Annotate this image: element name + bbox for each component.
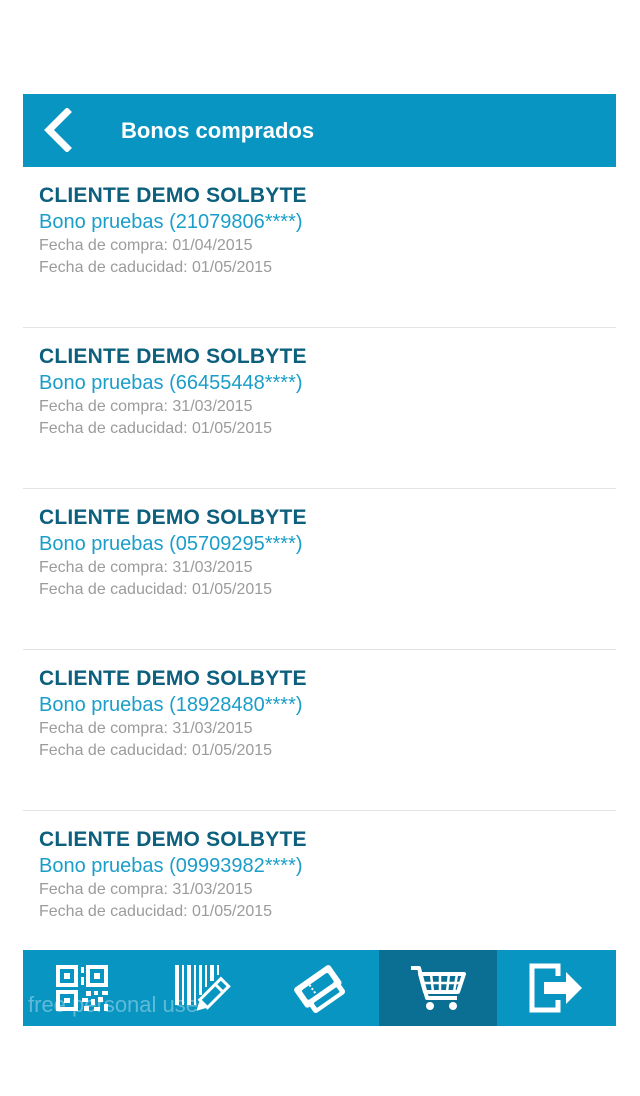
voucher-list: CLIENTE DEMO SOLBYTE Bono pruebas (21079… <box>23 167 616 950</box>
tickets-icon <box>294 965 346 1013</box>
chevron-left-icon <box>44 108 72 152</box>
purchase-date: Fecha de compra: 01/04/2015 <box>39 237 253 254</box>
bono-name: Bono pruebas (18928480****) <box>39 694 303 716</box>
client-name: CLIENTE DEMO SOLBYTE <box>39 184 307 207</box>
qr-code-icon <box>56 965 109 1011</box>
bono-name: Bono pruebas (21079806****) <box>39 211 303 233</box>
bottom-tab-bar: free personal use <box>23 950 616 1026</box>
tab-logout[interactable] <box>497 950 616 1026</box>
list-item[interactable]: CLIENTE DEMO SOLBYTE Bono pruebas (09993… <box>23 811 616 950</box>
purchase-date: Fecha de compra: 31/03/2015 <box>39 559 253 576</box>
list-item[interactable]: CLIENTE DEMO SOLBYTE Bono pruebas (21079… <box>23 167 616 328</box>
bono-name: Bono pruebas (05709295****) <box>39 533 303 555</box>
expiry-date: Fecha de caducidad: 01/05/2015 <box>39 742 273 759</box>
client-name: CLIENTE DEMO SOLBYTE <box>39 828 307 851</box>
back-button[interactable] <box>37 108 77 152</box>
purchase-date: Fecha de compra: 31/03/2015 <box>39 398 253 415</box>
expiry-date: Fecha de caducidad: 01/05/2015 <box>39 581 273 598</box>
list-item[interactable]: CLIENTE DEMO SOLBYTE Bono pruebas (18928… <box>23 650 616 811</box>
expiry-date: Fecha de caducidad: 01/05/2015 <box>39 259 273 276</box>
expiry-date: Fecha de caducidad: 01/05/2015 <box>39 420 273 437</box>
client-name: CLIENTE DEMO SOLBYTE <box>39 667 307 690</box>
app-screen: Bonos comprados CLIENTE DEMO SOLBYTE Bon… <box>23 94 616 1026</box>
page-title: Bonos comprados <box>121 118 315 143</box>
list-item[interactable]: CLIENTE DEMO SOLBYTE Bono pruebas (05709… <box>23 489 616 650</box>
client-name: CLIENTE DEMO SOLBYTE <box>39 506 307 529</box>
header-bar: Bonos comprados <box>23 94 616 167</box>
list-item[interactable]: CLIENTE DEMO SOLBYTE Bono pruebas (66455… <box>23 328 616 489</box>
shopping-cart-icon <box>411 966 467 1010</box>
purchase-date: Fecha de compra: 31/03/2015 <box>39 720 253 737</box>
tab-cart[interactable] <box>378 950 498 1026</box>
expiry-date: Fecha de caducidad: 01/05/2015 <box>39 903 273 920</box>
bono-name: Bono pruebas (09993982****) <box>39 855 303 877</box>
tab-barcode-edit[interactable] <box>142 950 261 1026</box>
client-name: CLIENTE DEMO SOLBYTE <box>39 345 307 368</box>
purchase-date: Fecha de compra: 31/03/2015 <box>39 881 253 898</box>
barcode-pencil-icon <box>174 965 231 1011</box>
bono-name: Bono pruebas (66455448****) <box>39 372 303 394</box>
logout-icon <box>529 963 582 1013</box>
tab-qr-code[interactable]: free personal use <box>23 950 198 1026</box>
tab-tickets[interactable] <box>260 950 379 1026</box>
